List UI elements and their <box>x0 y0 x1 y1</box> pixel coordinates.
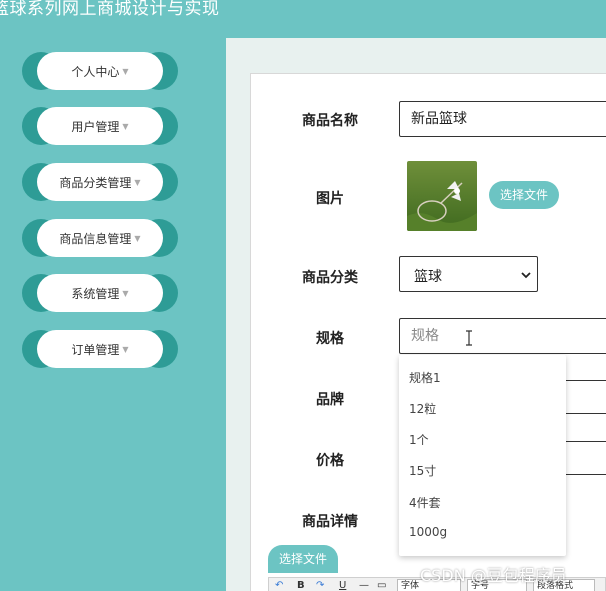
spec-suggestion-item[interactable]: 12粒 <box>409 400 436 417</box>
sidebar-item-label: 订单管理 <box>71 342 120 357</box>
chevron-down-icon <box>521 272 531 279</box>
undo-icon[interactable]: ↶ <box>275 580 283 591</box>
image-label: 图片 <box>316 191 344 207</box>
sidebar-item-label: 商品分类管理 <box>59 175 132 190</box>
spec-suggestion-item[interactable]: 4件套 <box>409 494 441 511</box>
spec-suggestion-dropdown: 规格1 12粒 1个 15寸 4件套 1000g <box>399 355 566 556</box>
sidebar-item-label: 系统管理 <box>71 286 120 301</box>
underline-icon[interactable]: U <box>339 580 346 591</box>
sidebar-item-system-management[interactable]: 系统管理 ▼ <box>22 274 178 312</box>
document-icon[interactable]: ▭ <box>377 580 386 591</box>
watermark: CSDN @豆包程序员 <box>420 566 567 585</box>
chevron-down-icon: ▼ <box>122 121 129 131</box>
strikethrough-icon[interactable]: — <box>359 580 369 591</box>
chevron-down-icon: ▼ <box>122 66 129 76</box>
product-name-input[interactable]: 新品篮球 <box>399 101 606 137</box>
price-label: 价格 <box>316 453 344 469</box>
spec-suggestion-item[interactable]: 规格1 <box>409 369 441 386</box>
text-cursor-icon <box>466 330 472 346</box>
spec-suggestion-item[interactable]: 15寸 <box>409 462 436 479</box>
sidebar-item-personal-center[interactable]: 个人中心 ▼ <box>22 52 178 90</box>
spec-input[interactable]: 规格 <box>399 318 606 354</box>
chevron-down-icon: ▼ <box>122 344 129 354</box>
site-title: 篮球系列网上商城设计与实现 <box>0 0 220 19</box>
category-label: 商品分类 <box>302 270 358 286</box>
chevron-down-icon: ▼ <box>134 177 141 187</box>
brand-input-top-edge[interactable] <box>566 380 606 381</box>
price-input-bottom-edge[interactable] <box>566 474 606 475</box>
spec-suggestion-item[interactable]: 1个 <box>409 431 429 448</box>
product-detail-label: 商品详情 <box>302 514 358 530</box>
category-select[interactable]: 篮球 <box>399 256 538 292</box>
sidebar-item-label: 个人中心 <box>71 64 120 79</box>
category-select-value: 篮球 <box>414 269 442 285</box>
bold-icon[interactable]: B <box>297 580 305 591</box>
sidebar-item-order-management[interactable]: 订单管理 ▼ <box>22 330 178 368</box>
sidebar-item-label: 用户管理 <box>71 119 120 134</box>
sidebar-item-user-management[interactable]: 用户管理 ▼ <box>22 107 178 145</box>
redo-icon[interactable]: ↷ <box>316 580 324 591</box>
chevron-down-icon: ▼ <box>134 233 141 243</box>
price-input-top-edge[interactable] <box>566 441 606 442</box>
product-image-thumbnail <box>407 161 477 231</box>
spec-suggestion-item[interactable]: 1000g <box>409 525 447 539</box>
product-name-label: 商品名称 <box>302 113 358 129</box>
sidebar-item-product-management[interactable]: 商品信息管理 ▼ <box>22 219 178 257</box>
badminton-image-icon <box>407 161 477 231</box>
top-bar: 篮球系列网上商城设计与实现 <box>0 0 606 38</box>
choose-image-file-button[interactable]: 选择文件 <box>489 181 560 209</box>
choose-detail-file-button[interactable]: 选择文件 <box>268 545 339 573</box>
chevron-down-icon: ▼ <box>122 288 129 298</box>
brand-label: 品牌 <box>316 392 344 408</box>
sidebar-item-label: 商品信息管理 <box>59 231 132 246</box>
brand-input-bottom-edge[interactable] <box>566 413 606 414</box>
sidebar-item-category-management[interactable]: 商品分类管理 ▼ <box>22 163 178 201</box>
spec-label: 规格 <box>316 331 344 347</box>
